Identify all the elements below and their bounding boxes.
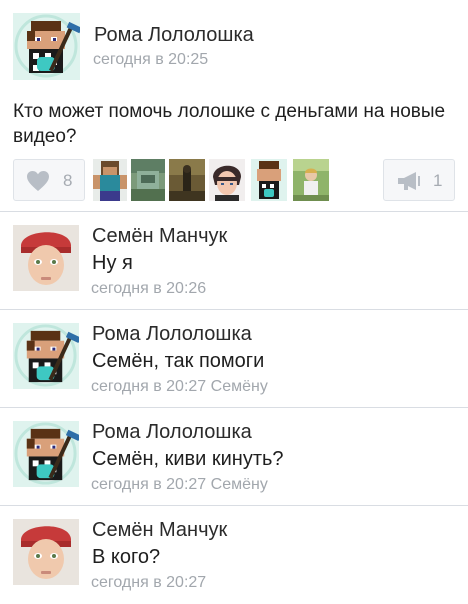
- comment-text: Семён, так помоги: [92, 350, 265, 372]
- comment-author[interactable]: Рома Лололошка: [92, 421, 252, 444]
- like-button[interactable]: 8: [13, 159, 85, 201]
- liker-avatar[interactable]: [131, 159, 165, 201]
- reply-to-link[interactable]: Семёну: [211, 476, 268, 493]
- comments-list: Семён Манчук Ну я сегодня в 20:26 Рома Л…: [0, 212, 468, 604]
- page: Рома Лололошка сегодня в 20:25 Кто может…: [0, 0, 468, 604]
- likes-count: 8: [63, 171, 73, 190]
- share-button[interactable]: 1: [383, 159, 455, 201]
- comment-author[interactable]: Семён Манчук: [92, 225, 227, 248]
- post-text: Кто может помочь лолошке с деньгами на н…: [13, 101, 446, 147]
- comment-meta: сегодня в 20:27 Семёну: [91, 378, 268, 396]
- comment-meta: сегодня в 20:27: [91, 574, 206, 592]
- liker-avatar[interactable]: [93, 159, 127, 201]
- post-author[interactable]: Рома Лололошка: [94, 24, 254, 47]
- avatar-roma[interactable]: [13, 13, 82, 80]
- comment-author[interactable]: Семён Манчук: [92, 519, 227, 542]
- avatar-roma[interactable]: [13, 323, 79, 389]
- comment: Рома Лололошка Семён, так помоги сегодня…: [0, 310, 468, 408]
- avatar-semyon[interactable]: [13, 225, 79, 291]
- comment: Семён Манчук В кого? сегодня в 20:27: [0, 506, 468, 604]
- comment-meta: сегодня в 20:26: [91, 280, 206, 298]
- avatar-roma[interactable]: [13, 421, 79, 487]
- comment-text: В кого?: [92, 546, 161, 568]
- comment-time[interactable]: сегодня в 20:27: [91, 378, 206, 395]
- comment-author[interactable]: Рома Лололошка: [92, 323, 252, 346]
- post-time[interactable]: сегодня в 20:25: [93, 51, 208, 69]
- liker-avatar[interactable]: [169, 159, 205, 201]
- comment-time[interactable]: сегодня в 20:27: [91, 574, 206, 591]
- megaphone-icon: [396, 171, 424, 196]
- comment-text: Семён, киви кинуть?: [92, 448, 284, 470]
- liker-avatar[interactable]: [251, 159, 287, 201]
- comment-text: Ну я: [92, 252, 133, 274]
- liker-avatar[interactable]: [293, 159, 329, 201]
- avatar-semyon[interactable]: [13, 519, 79, 585]
- shares-count: 1: [433, 171, 443, 190]
- post-actions: 8 1: [13, 159, 455, 203]
- reply-to-link[interactable]: Семёну: [211, 378, 268, 395]
- comment: Семён Манчук Ну я сегодня в 20:26: [0, 212, 468, 310]
- liker-avatar[interactable]: [209, 159, 245, 201]
- comment-meta: сегодня в 20:27 Семёну: [91, 476, 268, 494]
- wall-post: Рома Лололошка сегодня в 20:25 Кто может…: [0, 0, 468, 212]
- comment: Рома Лололошка Семён, киви кинуть? сегод…: [0, 408, 468, 506]
- comment-time[interactable]: сегодня в 20:27: [91, 476, 206, 493]
- comment-time[interactable]: сегодня в 20:26: [91, 280, 206, 297]
- heart-icon: [26, 170, 50, 197]
